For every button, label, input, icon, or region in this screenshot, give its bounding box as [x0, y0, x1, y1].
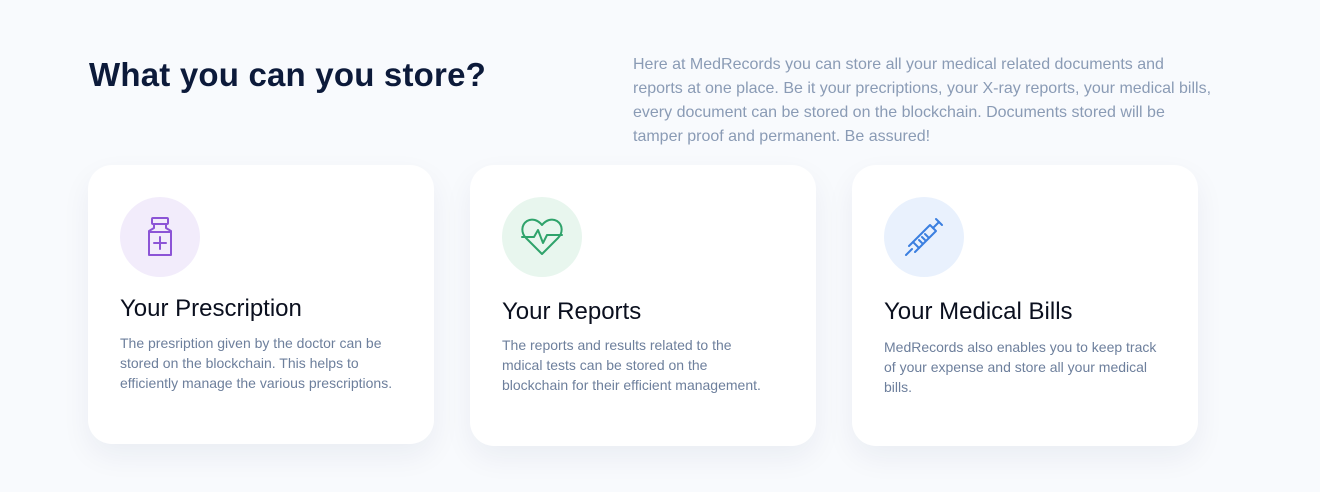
prescription-icon-badge [120, 197, 200, 277]
what-you-can-store-section: What you can you store? Here at MedRecor… [0, 0, 1320, 492]
section-intro: Here at MedRecords you can store all you… [633, 56, 1212, 145]
medicine-bottle-icon [148, 217, 172, 256]
syringe-icon [905, 218, 943, 256]
card-reports: Your Reports The reports and results rel… [470, 165, 816, 446]
card-medical-bills: Your Medical Bills MedRecords also enabl… [852, 165, 1198, 446]
card-title: Your Medical Bills [884, 298, 1073, 325]
bills-icon-badge [884, 197, 964, 277]
card-description: The reports and results related to the m… [502, 337, 761, 393]
card-description: The presription given by the doctor can … [120, 335, 393, 391]
card-title: Your Prescription [120, 295, 302, 322]
card-description: MedRecords also enables you to keep trac… [884, 339, 1157, 395]
section-title: What you can you store? [89, 56, 486, 93]
reports-icon-badge [502, 197, 582, 277]
heartbeat-icon [521, 218, 563, 255]
card-title: Your Reports [502, 298, 642, 325]
card-prescription: Your Prescription The presription given … [88, 165, 434, 444]
